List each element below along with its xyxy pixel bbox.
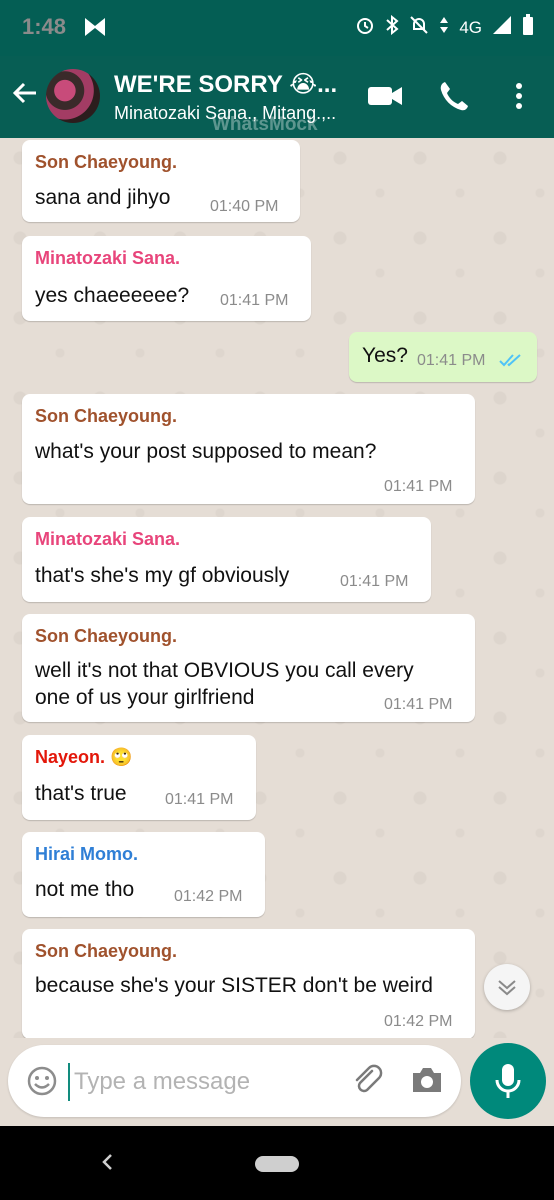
watermark: WhatsMock	[212, 114, 318, 135]
message-bubble[interactable]: Son Chaeyoung. well it's not that OBVIOU…	[22, 614, 475, 722]
message-bubble[interactable]: Son Chaeyoung. sana and jihyo 01:40 PM	[22, 140, 300, 222]
message-bubble[interactable]: Nayeon. 🙄 that's true 01:41 PM	[22, 735, 256, 820]
message-time: 01:41 PM	[417, 352, 486, 369]
emoji-icon[interactable]	[26, 1065, 58, 1102]
bluetooth-icon	[385, 14, 399, 40]
alarm-icon	[355, 15, 375, 40]
message-sender: Son Chaeyoung.	[35, 152, 178, 172]
message-bubble[interactable]: Minatozaki Sana. yes chaeeeeee? 01:41 PM	[22, 236, 311, 321]
message-time: 01:42 PM	[384, 1013, 453, 1030]
voice-message-button[interactable]	[470, 1043, 546, 1119]
message-time: 01:41 PM	[384, 696, 453, 713]
status-bar: 1:48 4G	[0, 0, 554, 56]
message-bubble[interactable]: Hirai Momo. not me tho 01:42 PM	[22, 832, 265, 917]
message-text: not me tho	[35, 878, 135, 901]
message-list[interactable]: Son Chaeyoung. sana and jihyo 01:40 PM M…	[0, 138, 554, 1038]
message-text: that's she's my gf obviously	[35, 564, 290, 587]
message-time: 01:41 PM	[384, 478, 453, 495]
system-nav-bar	[0, 1126, 554, 1200]
message-input[interactable]	[68, 1063, 346, 1101]
mic-icon	[494, 1061, 522, 1106]
scroll-to-bottom-button[interactable]	[484, 964, 530, 1010]
message-sender: Son Chaeyoung.	[35, 406, 178, 426]
message-sender: Minatozaki Sana.	[35, 248, 181, 268]
back-arrow-icon[interactable]	[10, 78, 40, 113]
message-text: Yes?	[362, 344, 408, 367]
message-sender: Hirai Momo.	[35, 844, 139, 864]
network-type: 4G	[459, 17, 482, 37]
message-text-line: well it's not that OBVIOUS you call ever…	[35, 659, 414, 682]
camera-icon[interactable]	[410, 1065, 444, 1100]
status-time: 1:48	[22, 14, 67, 39]
message-sender: Minatozaki Sana.	[35, 529, 181, 549]
nav-back-icon[interactable]	[100, 1152, 114, 1177]
group-avatar[interactable]	[46, 69, 100, 123]
message-time: 01:41 PM	[220, 292, 289, 309]
message-time: 01:41 PM	[165, 791, 234, 808]
message-text: what's your post supposed to mean?	[35, 440, 377, 463]
message-time: 01:41 PM	[340, 573, 409, 590]
message-text-line: one of us your girlfriend	[35, 686, 255, 709]
mute-icon	[409, 15, 429, 40]
message-sender: Son Chaeyoung.	[35, 941, 178, 961]
message-composer	[8, 1045, 461, 1117]
read-ticks-icon	[499, 352, 523, 373]
signal-icon	[492, 15, 512, 40]
message-text: sana and jihyo	[35, 186, 171, 209]
message-sender: Son Chaeyoung.	[35, 626, 178, 646]
more-icon[interactable]	[512, 78, 526, 119]
message-text: yes chaeeeeee?	[35, 284, 190, 307]
message-bubble[interactable]: Son Chaeyoung. what's your post supposed…	[22, 394, 475, 504]
message-text: that's true	[35, 782, 127, 805]
attach-icon[interactable]	[350, 1063, 386, 1104]
app-notification-icon	[84, 17, 106, 42]
message-bubble[interactable]: Minatozaki Sana. that's she's my gf obvi…	[22, 517, 431, 602]
chat-header: WE'RE SORRY 😭... Minatozaki Sana., Mitan…	[0, 56, 554, 138]
chat-title[interactable]: WE'RE SORRY 😭...	[114, 70, 337, 99]
message-sender: Nayeon. 🙄	[35, 747, 133, 767]
phone-call-icon[interactable]	[437, 78, 469, 119]
chevron-down-icon	[496, 976, 518, 1003]
message-bubble[interactable]: Son Chaeyoung. because she's your SISTER…	[22, 929, 475, 1038]
message-time: 01:42 PM	[174, 888, 243, 905]
message-text: because she's your SISTER don't be weird	[35, 974, 433, 997]
home-pill[interactable]	[255, 1156, 299, 1172]
data-arrows-icon	[439, 15, 449, 40]
message-time: 01:40 PM	[210, 198, 279, 215]
battery-icon	[522, 14, 534, 41]
message-bubble-outgoing[interactable]: Yes? 01:41 PM	[349, 332, 537, 382]
video-call-icon[interactable]	[366, 78, 404, 119]
